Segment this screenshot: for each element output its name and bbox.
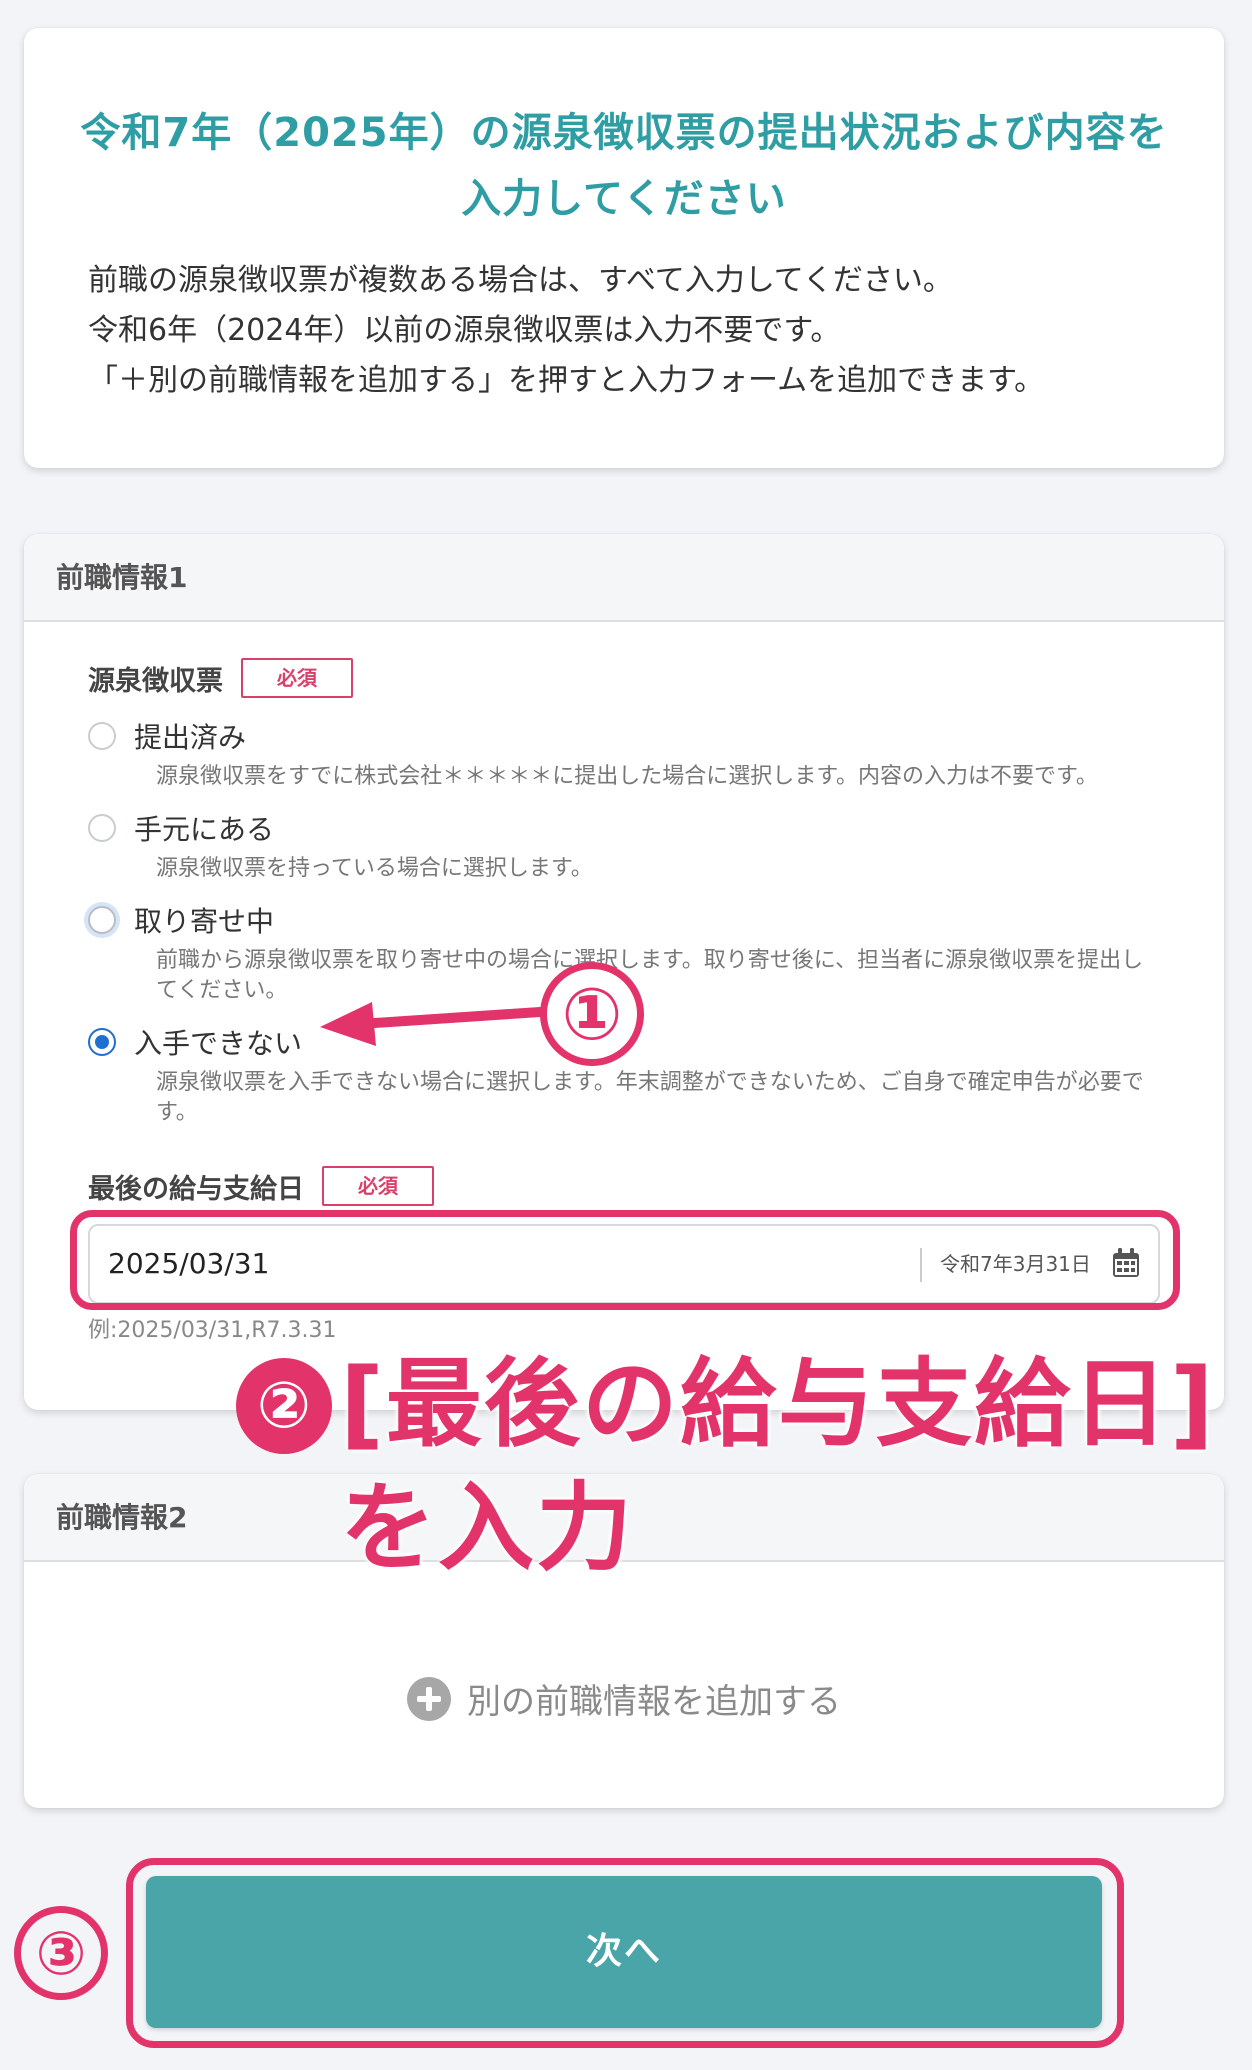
required-badge: 必須 (322, 1166, 434, 1206)
radio-option-submitted[interactable]: 提出済み 源泉徴収票をすでに株式会社＊＊＊＊＊に提出した場合に選択します。内容の… (88, 716, 1164, 792)
withholding-label-text: 源泉徴収票 (88, 665, 223, 697)
annotation-text-2: [最後の給与支給日] を入力 (340, 1342, 1216, 1590)
page-title-line1: 令和7年（2025年）の源泉徴収票の提出状況および内容を (80, 110, 1168, 156)
radio-description: 源泉徴収票をすでに株式会社＊＊＊＊＊に提出した場合に選択します。内容の入力は不要… (156, 764, 1098, 789)
previous-job-1-header: 前職情報1 (24, 534, 1224, 622)
annotation-arrow-icon (320, 1002, 545, 1046)
radio-option-have[interactable]: 手元にある 源泉徴収票を持っている場合に選択します。 (88, 808, 1164, 884)
annotation-text-2-line1: [最後の給与支給日] (340, 1348, 1216, 1460)
date-hint: 例:2025/03/31,R7.3.31 (88, 1318, 337, 1343)
radio-label: 入手できない (134, 1027, 303, 1060)
last-pay-date-label: 最後の給与支給日 必須 (88, 1166, 434, 1206)
annotation-step-1: ① (540, 962, 644, 1066)
intro-card: 令和7年（2025年）の源泉徴収票の提出状況および内容を 入力してください 前職… (24, 28, 1224, 468)
radio-description: 源泉徴収票を入手できない場合に選択します。年末調整ができないため、ご自身で確定申… (156, 1070, 1144, 1125)
add-previous-job-label: 別の前職情報を追加する (467, 1682, 841, 1722)
page: 令和7年（2025年）の源泉徴収票の提出状況および内容を 入力してください 前職… (0, 0, 1252, 2070)
radio-description: 源泉徴収票を持っている場合に選択します。 (156, 856, 593, 881)
add-previous-job-button[interactable]: 別の前職情報を追加する (24, 1674, 1224, 1723)
annotation-highlight-date (70, 1210, 1180, 1310)
annotation-highlight-next (126, 1858, 1124, 2048)
radio-label: 取り寄せ中 (134, 905, 275, 938)
annotation-text-2-line2: を入力 (340, 1472, 634, 1584)
intro-description: 前職の源泉徴収票が複数ある場合は、すべて入力してください。 令和6年（2024年… (88, 256, 1184, 406)
page-title: 令和7年（2025年）の源泉徴収票の提出状況および内容を 入力してください (64, 100, 1184, 232)
radio-button-selected[interactable] (88, 1028, 116, 1056)
annotation-step-3: ③ (14, 1906, 108, 2000)
last-pay-date-label-text: 最後の給与支給日 (88, 1173, 304, 1205)
withholding-label: 源泉徴収票 必須 (88, 658, 353, 698)
radio-label: 提出済み (134, 721, 247, 754)
annotation-step-2: ② (236, 1358, 332, 1454)
intro-line: 前職の源泉徴収票が複数ある場合は、すべて入力してください。 (88, 263, 953, 298)
radio-button[interactable] (88, 814, 116, 842)
intro-line: 「＋別の前職情報を追加する」を押すと入力フォームを追加できます。 (88, 363, 1045, 398)
plus-circle-icon (407, 1676, 451, 1721)
radio-button[interactable] (88, 722, 116, 750)
required-badge: 必須 (241, 658, 353, 698)
radio-label: 手元にある (134, 813, 275, 846)
page-title-line2: 入力してください (461, 176, 787, 222)
radio-button[interactable] (88, 906, 116, 934)
intro-line: 令和6年（2024年）以前の源泉徴収票は入力不要です。 (88, 313, 841, 348)
